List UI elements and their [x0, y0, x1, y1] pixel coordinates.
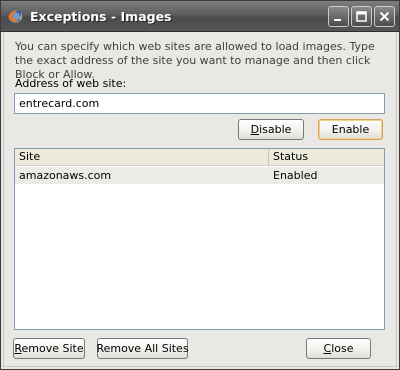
site-cell: amazonaws.com: [19, 169, 112, 182]
maximize-button[interactable]: [351, 6, 372, 27]
close-button-label: Close: [323, 342, 354, 355]
table-row[interactable]: amazonaws.com Enabled: [15, 167, 384, 184]
table-header: Site Status: [15, 149, 384, 166]
address-label: Address of web site:: [15, 77, 127, 90]
enable-button-label: Enable: [331, 123, 370, 136]
close-icon: [379, 11, 390, 22]
status-cell: Enabled: [273, 169, 318, 182]
title-bar[interactable]: Exceptions - Images: [1, 1, 399, 32]
column-header-status[interactable]: Status: [269, 149, 384, 166]
remove-all-sites-button[interactable]: Remove All Sites: [96, 338, 189, 359]
disable-button[interactable]: Disable: [238, 119, 304, 140]
sites-table[interactable]: Site Status amazonaws.com Enabled: [14, 148, 385, 330]
description-text: You can specify which web sites are allo…: [15, 40, 375, 81]
window-title: Exceptions - Images: [30, 9, 172, 24]
close-window-button[interactable]: [374, 6, 395, 27]
column-header-site[interactable]: Site: [15, 149, 269, 166]
remove-site-label: Remove Site: [14, 342, 84, 355]
disable-button-label: Disable: [250, 123, 292, 136]
exceptions-dialog: Exceptions - Images You can specify whic…: [0, 0, 400, 370]
address-input[interactable]: [14, 93, 385, 114]
remove-site-button[interactable]: Remove Site: [13, 338, 85, 359]
minimize-icon: [333, 11, 344, 22]
remove-all-sites-label: Remove All Sites: [96, 342, 189, 355]
minimize-button[interactable]: [328, 6, 349, 27]
maximize-icon: [356, 11, 367, 22]
enable-button[interactable]: Enable: [318, 119, 383, 140]
close-button[interactable]: Close: [306, 338, 371, 359]
firefox-icon: [7, 8, 24, 25]
